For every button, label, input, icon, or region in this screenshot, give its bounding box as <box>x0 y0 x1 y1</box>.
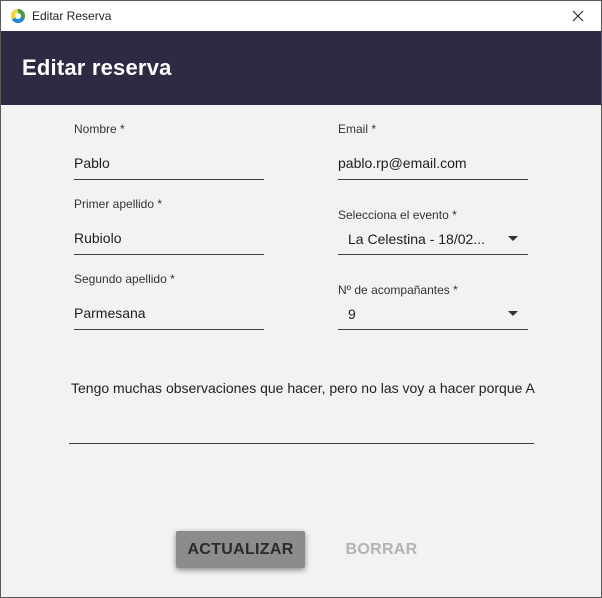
nombre-value: Pablo <box>74 155 110 171</box>
caret-down-icon <box>508 236 518 241</box>
nombre-underline <box>74 179 264 180</box>
window-title: Editar Reserva <box>32 9 112 23</box>
primer-apellido-field[interactable]: Primer apellido * Rubiolo <box>74 197 264 255</box>
acompanantes-select[interactable]: Nº de acompañantes * 9 <box>338 283 528 330</box>
primer-apellido-value: Rubiolo <box>74 230 122 246</box>
close-icon <box>572 10 584 22</box>
app-logo-icon <box>10 8 26 24</box>
segundo-apellido-label: Segundo apellido * <box>74 272 175 286</box>
email-value: pablo.rp@email.com <box>338 155 467 171</box>
evento-underline <box>338 254 528 255</box>
evento-select[interactable]: Selecciona el evento * La Celestina - 18… <box>338 208 528 255</box>
clear-button[interactable]: BORRAR <box>333 531 430 568</box>
email-underline <box>338 179 528 180</box>
window: Editar Reserva Editar reserva Nombre * P… <box>0 0 602 598</box>
email-label: Email * <box>338 122 377 136</box>
nombre-field[interactable]: Nombre * Pablo <box>74 122 264 180</box>
caret-down-icon <box>508 311 518 316</box>
primer-apellido-label: Primer apellido * <box>74 197 163 211</box>
acompanantes-label: Nº de acompañantes * <box>338 283 458 297</box>
nombre-label: Nombre * <box>74 122 125 136</box>
observaciones-underline <box>69 443 534 444</box>
evento-label: Selecciona el evento * <box>338 208 457 222</box>
close-button[interactable] <box>555 1 601 31</box>
observaciones-value: Tengo muchas observaciones que hacer, pe… <box>71 380 535 396</box>
title-bar: Editar Reserva <box>1 1 601 31</box>
update-button[interactable]: ACTUALIZAR <box>176 531 305 568</box>
evento-value: La Celestina - 18/02... <box>348 231 485 247</box>
primer-apellido-underline <box>74 254 264 255</box>
page-title: Editar reserva <box>22 55 172 80</box>
email-field[interactable]: Email * pablo.rp@email.com <box>338 122 528 180</box>
segundo-apellido-value: Parmesana <box>74 305 146 321</box>
segundo-apellido-field[interactable]: Segundo apellido * Parmesana <box>74 272 264 330</box>
acompanantes-value: 9 <box>348 306 356 322</box>
segundo-apellido-underline <box>74 329 264 330</box>
header-bar: Editar reserva <box>1 31 601 105</box>
acompanantes-underline <box>338 329 528 330</box>
